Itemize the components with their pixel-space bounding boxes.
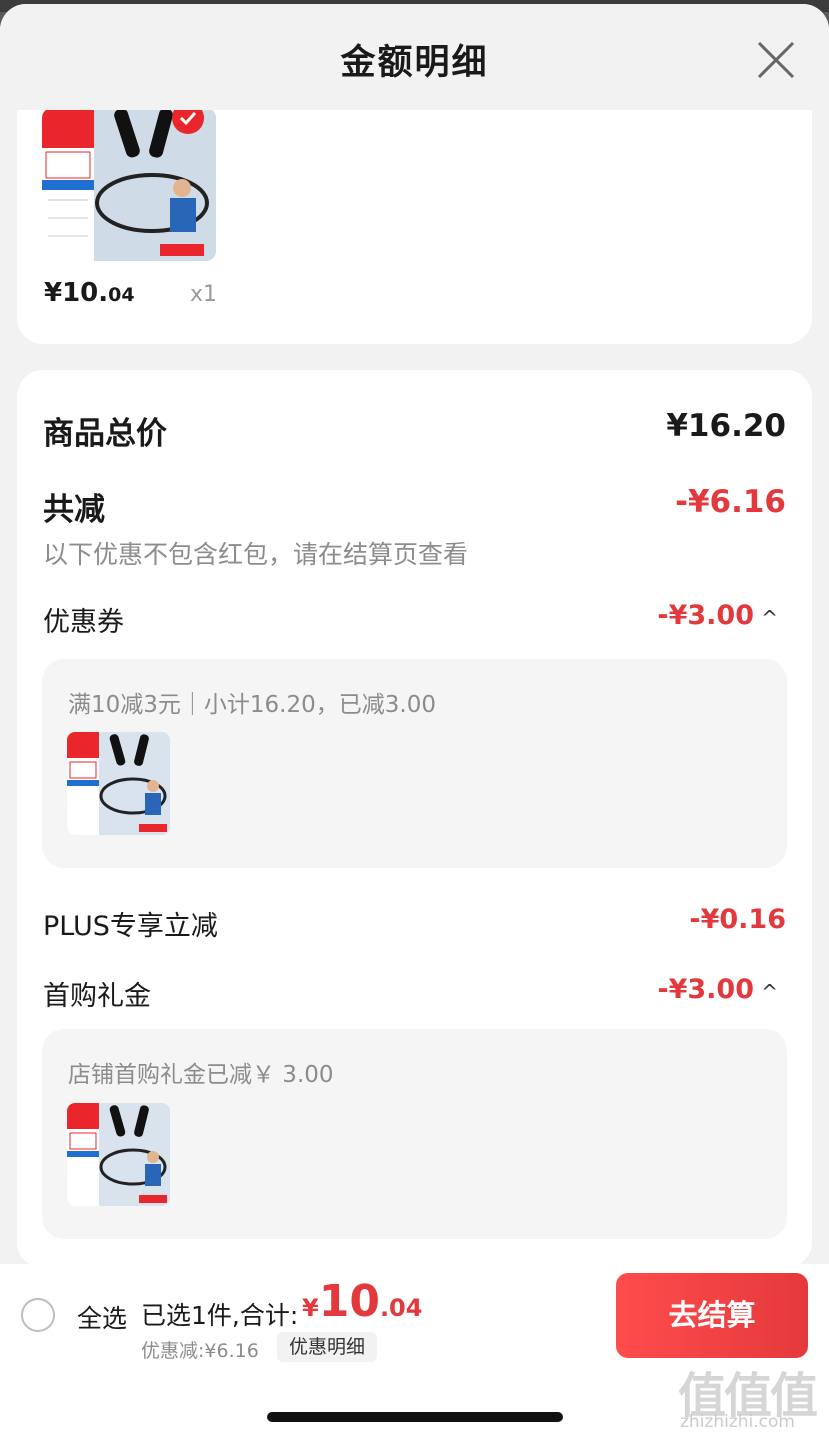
sheet-header: 金额明细 [0,4,829,110]
total-reduce-value: -¥6.16 [675,484,786,520]
price-detail-card: 商品总价 ¥16.20 共减 -¥6.16 以下优惠不包含红包，请在结算页查看 … [17,370,812,1268]
first-buy-product-thumbnail[interactable] [67,1103,170,1206]
coupon-detail-box: 满10减3元｜小计16.20，已减3.00 [42,659,787,868]
checkout-button[interactable]: 去结算 [616,1273,808,1358]
chevron-up-icon[interactable]: ^ [761,606,778,630]
product-thumbnail[interactable] [42,108,216,261]
total-reduce-label: 共减 [43,492,105,528]
checkout-bar: 全选 已选1件,合计: ¥10.04 优惠减:¥6.16 优惠明细 去结算 值值… [0,1264,829,1439]
total-price-label: 商品总价 [43,416,167,452]
total-amount: ¥10.04 [302,1276,423,1327]
discount-detail-button[interactable]: 优惠明细 [277,1332,378,1362]
coupon-detail-text: 满10减3元｜小计16.20，已减3.00 [68,692,436,718]
product-quantity: x1 [190,282,218,307]
coupon-value[interactable]: -¥3.00 [657,600,754,631]
product-price: ¥10.04 [44,278,135,308]
first-buy-detail-box: 店铺首购礼金已减￥ 3.00 [42,1029,787,1239]
close-icon [757,41,795,79]
selected-summary: 已选1件,合计: [141,1301,299,1330]
page-title: 金额明细 [340,43,489,83]
coupon-label: 优惠券 [43,607,124,638]
coupon-product-thumbnail[interactable] [67,732,170,835]
watermark-url: zhizhizhi.com [680,1412,795,1432]
select-all-checkbox[interactable] [21,1298,55,1332]
first-buy-detail-text: 店铺首购礼金已减￥ 3.00 [68,1062,334,1088]
discount-summary: 优惠减:¥6.16 [141,1340,259,1362]
chevron-up-icon[interactable]: ^ [761,980,778,1004]
home-indicator [267,1412,563,1422]
discount-note: 以下优惠不包含红包，请在结算页查看 [43,540,469,569]
amount-detail-sheet: ¥10.04 x1 金额明细 商品总价 ¥16.20 共减 -¥6.16 以下优… [0,4,829,1439]
plus-discount-label: PLUS专享立减 [43,911,218,942]
first-buy-value[interactable]: -¥3.00 [657,974,754,1005]
plus-discount-value: -¥0.16 [689,904,786,935]
total-price-value: ¥16.20 [666,408,786,444]
close-button[interactable] [754,38,798,82]
select-all-label[interactable]: 全选 [77,1299,127,1335]
first-buy-label: 首购礼金 [43,981,151,1012]
